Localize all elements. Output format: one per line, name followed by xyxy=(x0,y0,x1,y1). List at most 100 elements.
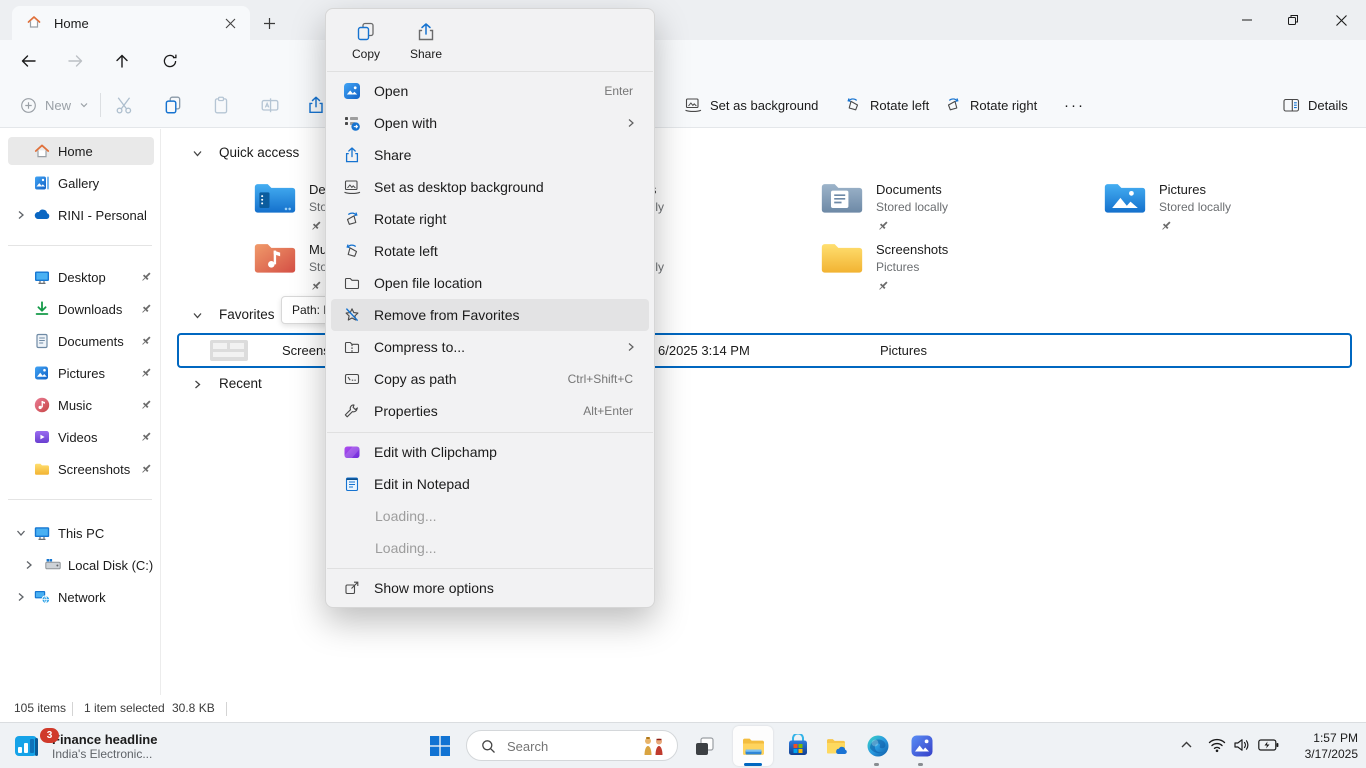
desktop-screen: Home xyxy=(0,0,1366,768)
back-button[interactable] xyxy=(16,49,40,73)
expand-chevron-icon[interactable] xyxy=(14,208,28,222)
copy-button[interactable] xyxy=(157,90,189,120)
file-explorer-taskbar-button[interactable] xyxy=(740,733,766,759)
rotate-left-icon xyxy=(343,242,361,260)
videos-icon xyxy=(33,428,51,446)
sidebar-item-this-pc[interactable]: This PC xyxy=(8,519,154,547)
notepad-icon xyxy=(343,475,361,493)
details-view-button[interactable]: Details xyxy=(1276,90,1354,120)
task-view-button[interactable] xyxy=(691,733,717,759)
tab-close-icon[interactable] xyxy=(220,13,240,33)
menu-item-remove-from-favorites[interactable]: Remove from Favorites xyxy=(331,299,649,331)
toolbar-separator xyxy=(100,93,101,117)
restore-button[interactable] xyxy=(1270,0,1316,40)
file-explorer-icon xyxy=(741,734,766,759)
sidebar-item-videos[interactable]: Videos xyxy=(8,423,154,451)
forward-button[interactable] xyxy=(63,49,87,73)
menu-item-compress-to[interactable]: Compress to... xyxy=(331,331,649,363)
sidebar-item-home[interactable]: Home xyxy=(8,137,154,165)
rotate-right-button[interactable]: Rotate right xyxy=(938,90,1043,120)
pin-icon xyxy=(310,280,322,292)
battery-icon[interactable] xyxy=(1258,739,1279,751)
menu-item-open[interactable]: Open Enter xyxy=(331,75,649,107)
menu-item-rotate-right[interactable]: Rotate right xyxy=(331,203,649,235)
clock-date: 3/17/2025 xyxy=(1305,746,1358,762)
menu-item-copy-as-path[interactable]: Copy as path Ctrl+Shift+C xyxy=(331,363,649,395)
rename-button[interactable] xyxy=(254,90,286,120)
pin-icon xyxy=(140,271,152,283)
sidebar-item-desktop[interactable]: Desktop xyxy=(8,263,154,291)
wifi-icon[interactable] xyxy=(1208,737,1226,753)
selection-size: 30.8 KB xyxy=(172,701,215,715)
start-button[interactable] xyxy=(427,733,453,759)
more-options-button[interactable]: ··· xyxy=(1058,90,1091,120)
sidebar-item-onedrive[interactable]: RINI - Personal xyxy=(8,201,154,229)
menu-item-open-with[interactable]: Open with xyxy=(331,107,649,139)
menu-item-rotate-left[interactable]: Rotate left xyxy=(331,235,649,267)
photos-app-button[interactable] xyxy=(909,733,935,759)
sidebar-item-screenshots[interactable]: Screenshots xyxy=(8,455,154,483)
expand-chevron-icon[interactable] xyxy=(22,558,36,572)
rotate-left-button[interactable]: Rotate left xyxy=(838,90,935,120)
tab-home[interactable]: Home xyxy=(12,6,250,40)
up-button[interactable] xyxy=(110,49,134,73)
tray-chevron-up-icon[interactable] xyxy=(1180,740,1193,750)
sidebar-section-divider xyxy=(8,499,152,500)
menu-item-edit-in-notepad[interactable]: Edit in Notepad xyxy=(331,468,649,500)
quick-copy-button[interactable]: Copy xyxy=(340,19,392,69)
section-favorites[interactable]: Favorites xyxy=(219,307,275,322)
music-folder-icon xyxy=(253,238,297,276)
close-button[interactable] xyxy=(1318,0,1364,40)
sidebar-item-downloads[interactable]: Downloads xyxy=(8,295,154,323)
sidebar-item-network[interactable]: Network xyxy=(8,583,154,611)
copy-icon xyxy=(355,21,377,43)
tile-screenshots[interactable]: Screenshots Pictures xyxy=(820,238,1092,342)
section-quick-access[interactable]: Quick access xyxy=(219,145,299,160)
menu-item-open-file-location[interactable]: Open file location xyxy=(331,267,649,299)
volume-icon[interactable] xyxy=(1233,737,1250,753)
set-as-background-button[interactable]: Set as background xyxy=(678,90,824,120)
refresh-button[interactable] xyxy=(158,49,182,73)
sidebar-item-music[interactable]: Music xyxy=(8,391,154,419)
quick-share-button[interactable]: Share xyxy=(400,19,452,69)
new-button[interactable]: New xyxy=(14,90,95,120)
paste-button[interactable] xyxy=(205,90,237,120)
minimize-button[interactable] xyxy=(1224,0,1270,40)
rotate-right-icon xyxy=(944,96,962,114)
menu-item-properties[interactable]: Properties Alt+Enter xyxy=(331,395,649,427)
edge-running-indicator xyxy=(874,763,879,766)
taskbar-search-box[interactable] xyxy=(466,730,678,761)
onedrive-folder-icon xyxy=(824,734,848,758)
taskbar-search-input[interactable] xyxy=(505,733,629,760)
tile-name: Documents xyxy=(876,182,942,197)
menu-item-set-as-desktop-background[interactable]: Set as desktop background xyxy=(331,171,649,203)
onedrive-folder-button[interactable] xyxy=(823,733,849,759)
sidebar-item-gallery[interactable]: Gallery xyxy=(8,169,154,197)
share-icon xyxy=(415,21,437,43)
taskbar-clock[interactable]: 1:57 PM 3/17/2025 xyxy=(1305,730,1358,762)
collapse-chevron-icon[interactable] xyxy=(14,526,28,540)
sidebar-item-pictures[interactable]: Pictures xyxy=(8,359,154,387)
tile-subtitle: Pictures xyxy=(876,260,919,274)
sidebar-item-local-disk-c[interactable]: Local Disk (C:) xyxy=(8,551,154,579)
section-recent[interactable]: Recent xyxy=(219,376,262,391)
menu-item-edit-with-clipchamp[interactable]: Edit with Clipchamp xyxy=(331,436,649,468)
new-tab-button[interactable] xyxy=(258,12,280,34)
recent-expand-icon[interactable] xyxy=(190,377,206,393)
favorites-collapse-icon[interactable] xyxy=(190,308,206,324)
cut-button[interactable] xyxy=(108,90,140,120)
expand-chevron-icon[interactable] xyxy=(14,590,28,604)
menu-item-share[interactable]: Share xyxy=(331,139,649,171)
sidebar-item-documents[interactable]: Documents xyxy=(8,327,154,355)
microsoft-store-button[interactable] xyxy=(785,733,811,759)
edge-browser-button[interactable] xyxy=(865,733,891,759)
menu-item-show-more-options[interactable]: Show more options xyxy=(331,572,649,604)
widgets-button[interactable]: 3 Finance headline India's Electronic... xyxy=(10,727,230,765)
sidebar-divider xyxy=(160,129,161,695)
quick-access-collapse-icon[interactable] xyxy=(190,146,206,162)
items-count: 105 items xyxy=(14,701,66,715)
paste-icon xyxy=(211,95,231,115)
edge-icon xyxy=(866,734,890,758)
menu-separator xyxy=(327,71,653,72)
tile-pictures[interactable]: Pictures Stored locally xyxy=(1103,178,1366,282)
